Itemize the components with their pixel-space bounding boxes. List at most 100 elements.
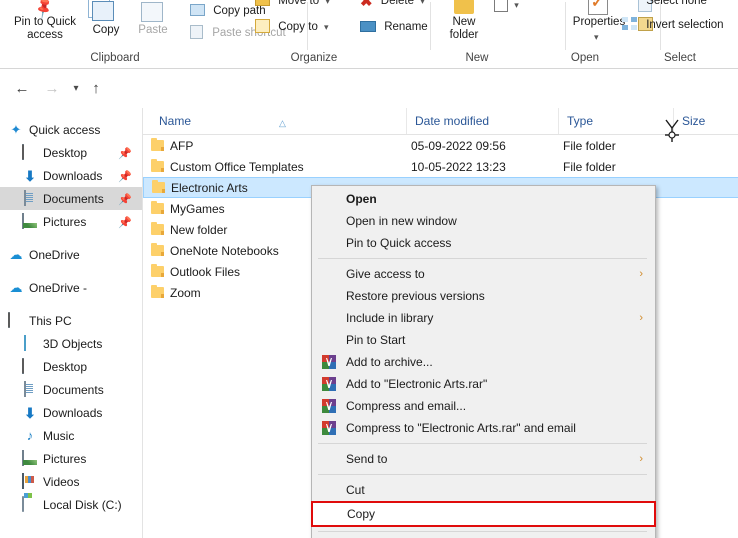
menu-item-compress-to-rar-and-email[interactable]: Compress to "Electronic Arts.rar" and em… (312, 417, 655, 439)
sidebar-item-pictures[interactable]: Pictures 📌 (0, 210, 142, 233)
menu-item-label: Pin to Start (346, 333, 406, 347)
menu-item-pin-to-start[interactable]: Pin to Start (312, 329, 655, 351)
forward-arrow-icon: → (44, 80, 60, 97)
menu-item-include-in-library[interactable]: Include in library › (312, 307, 655, 329)
rename-label: Rename (384, 21, 428, 33)
column-header-size[interactable]: Size (673, 108, 738, 134)
sidebar-label: Documents (43, 382, 104, 397)
sidebar-item-3d-objects[interactable]: 3D Objects (0, 332, 142, 355)
file-name-cell: New folder (151, 222, 227, 237)
column-header-name[interactable]: Name △ (151, 108, 406, 134)
sidebar-label: Quick access (29, 122, 101, 137)
menu-separator (318, 474, 647, 475)
menu-item-label: Cut (346, 483, 365, 497)
sidebar-item-quick-access[interactable]: ✦ Quick access (0, 118, 142, 141)
move-to-button[interactable]: Move to ▾ (255, 0, 330, 9)
sidebar-item-desktop-pc[interactable]: Desktop (0, 355, 142, 378)
sidebar-label: Videos (43, 474, 80, 489)
ribbon-toolbar: 📌 Pin to Quick access Copy Paste Copy pa… (0, 0, 738, 69)
sidebar-item-onedrive[interactable]: ☁ OneDrive (0, 243, 142, 266)
ribbon-group-organize: Move to ▾ Copy to ▾ ✖ Delete ▾ Rename (255, 0, 431, 52)
column-header-date-modified[interactable]: Date modified (406, 108, 558, 134)
checkmark-icon: ✓ (591, 0, 604, 11)
sidebar-item-music[interactable]: ♪ Music (0, 424, 142, 447)
sidebar-item-onedrive-business[interactable]: ☁ OneDrive - (0, 276, 142, 299)
menu-item-label: Compress to "Electronic Arts.rar" and em… (346, 421, 576, 435)
3d-objects-icon (22, 334, 38, 352)
chevron-down-icon: ▾ (514, 0, 519, 10)
sidebar-item-downloads[interactable]: ⬇ Downloads 📌 (0, 164, 142, 187)
paste-shortcut-icon (190, 25, 203, 39)
menu-item-add-to-archive[interactable]: Add to archive... (312, 351, 655, 373)
pin-to-quick-access-button[interactable]: 📌 Pin to Quick access (6, 0, 84, 42)
sidebar-item-downloads-pc[interactable]: ⬇ Downloads (0, 401, 142, 424)
up-button[interactable]: ↑ (86, 79, 106, 99)
sidebar-item-documents[interactable]: Documents 📌 (0, 187, 142, 210)
select-none-label: Select none (646, 0, 707, 7)
ribbon-caption-select: Select (664, 52, 696, 64)
sidebar-label: OneDrive (29, 247, 80, 262)
recent-locations-button[interactable]: ▾ (66, 79, 86, 99)
file-name-cell: Electronic Arts (152, 180, 248, 195)
menu-item-pin-to-quick-access[interactable]: Pin to Quick access (312, 232, 655, 254)
menu-item-open-in-new-window[interactable]: Open in new window (312, 210, 655, 232)
menu-item-cut[interactable]: Cut (312, 479, 655, 501)
chevron-down-icon: ▾ (325, 0, 330, 6)
sidebar-item-this-pc[interactable]: This PC (0, 309, 142, 332)
delete-icon: ✖ (360, 0, 373, 10)
column-label: Name (159, 114, 192, 128)
menu-item-label: Give access to (346, 267, 425, 281)
sidebar-item-documents-pc[interactable]: Documents (0, 378, 142, 401)
address-bar-row: ← → ▾ ↑ › This PC › Documents › File fol… (0, 69, 738, 170)
rename-button[interactable]: Rename (360, 19, 428, 35)
sidebar-label: Downloads (43, 168, 103, 183)
delete-button[interactable]: ✖ Delete ▾ (360, 0, 425, 10)
forward-button[interactable]: → (42, 79, 62, 99)
new-folder-button[interactable]: New folder (436, 0, 492, 42)
winrar-icon (322, 399, 336, 413)
invert-selection-button[interactable]: Invert selection (622, 17, 724, 33)
file-name-label: Zoom (170, 285, 201, 300)
sidebar-item-pictures-pc[interactable]: Pictures (0, 447, 142, 470)
table-row[interactable]: Custom Office Templates 10-05-2022 13:23… (143, 156, 738, 177)
new-item-button[interactable]: ▾ (494, 0, 519, 13)
new-folder-icon (454, 0, 474, 14)
sidebar-item-videos[interactable]: Videos (0, 470, 142, 493)
table-row[interactable]: AFP 05-09-2022 09:56 File folder (143, 135, 738, 156)
copy-button-label: Copy (92, 24, 120, 36)
file-name-cell: Custom Office Templates (151, 159, 304, 174)
menu-item-open[interactable]: Open (312, 188, 655, 210)
desktop-icon (22, 357, 38, 375)
menu-separator (318, 443, 647, 444)
menu-item-copy[interactable]: Copy (311, 501, 656, 527)
pin-icon: 📌 (118, 194, 132, 206)
sidebar-item-desktop[interactable]: Desktop 📌 (0, 141, 142, 164)
paste-button[interactable]: Paste (128, 2, 178, 37)
menu-item-label: Open in new window (346, 214, 457, 228)
select-none-button[interactable]: Select none (622, 0, 707, 9)
menu-item-give-access-to[interactable]: Give access to › (312, 263, 655, 285)
ribbon-caption-clipboard: Clipboard (90, 52, 140, 64)
column-header-type[interactable]: Type (558, 108, 673, 134)
menu-item-label: Copy (347, 507, 376, 521)
file-name-label: AFP (170, 138, 194, 153)
column-label: Date modified (415, 114, 490, 128)
downloads-icon: ⬇ (24, 404, 36, 421)
copy-to-button[interactable]: Copy to ▾ (255, 19, 329, 35)
file-date-cell: 10-05-2022 13:23 (411, 159, 506, 174)
new-folder-label2: folder (449, 29, 479, 41)
paste-icon (141, 2, 163, 22)
desktop-icon (22, 143, 38, 161)
onedrive-cloud-icon: ☁ (9, 279, 23, 295)
onedrive-cloud-icon: ☁ (9, 246, 23, 262)
back-button[interactable]: ← (12, 79, 32, 99)
menu-item-restore-previous-versions[interactable]: Restore previous versions (312, 285, 655, 307)
menu-item-compress-and-email[interactable]: Compress and email... (312, 395, 655, 417)
sidebar-item-local-disk[interactable]: Local Disk (C:) (0, 493, 142, 516)
file-explorer-window: 📌 Pin to Quick access Copy Paste Copy pa… (0, 0, 738, 538)
menu-item-send-to[interactable]: Send to › (312, 448, 655, 470)
menu-item-add-to-rar[interactable]: Add to "Electronic Arts.rar" (312, 373, 655, 395)
copy-button[interactable]: Copy (84, 1, 128, 37)
downloads-icon: ⬇ (24, 167, 36, 184)
